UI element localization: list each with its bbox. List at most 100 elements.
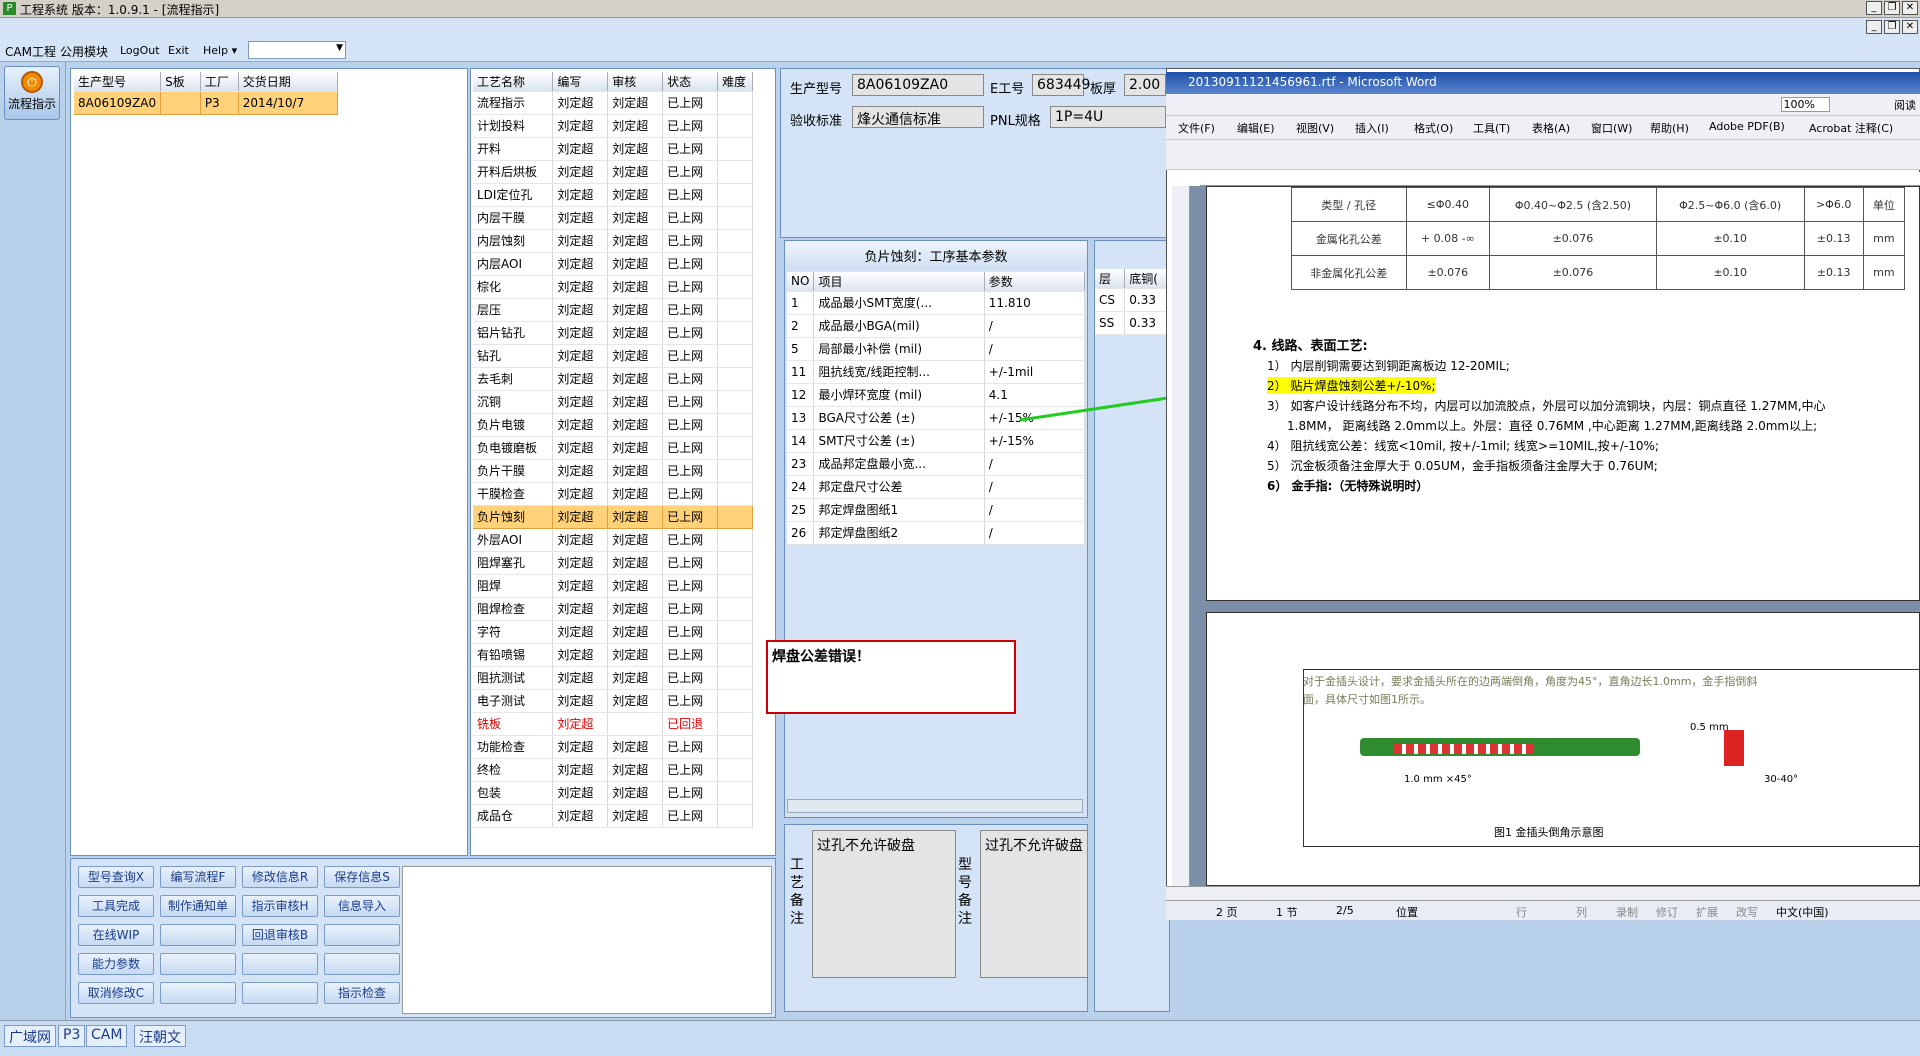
read-button[interactable]: 阅读 bbox=[1894, 97, 1916, 113]
menu-combo[interactable]: ▼ bbox=[248, 41, 346, 59]
table-row[interactable]: 2 成品最小BGA(mil) / bbox=[787, 314, 1086, 338]
table-row[interactable]: 棕化 刘定超 刘定超 已上网 bbox=[473, 275, 754, 299]
table-row[interactable]: 电子测试 刘定超 刘定超 已上网 bbox=[473, 689, 754, 713]
mdi-restore-button[interactable]: ❐ bbox=[1884, 20, 1900, 34]
table-row[interactable]: 内层蚀刻 刘定超 刘定超 已上网 bbox=[473, 229, 754, 253]
word-menu-item[interactable]: Adobe PDF(B) bbox=[1709, 120, 1785, 133]
column-header[interactable]: NO bbox=[787, 272, 815, 292]
table-row[interactable]: 外层AOI 刘定超 刘定超 已上网 bbox=[473, 528, 754, 552]
table-row[interactable]: 负片干膜 刘定超 刘定超 已上网 bbox=[473, 459, 754, 483]
action-button[interactable] bbox=[160, 924, 236, 946]
column-header[interactable]: 状态 bbox=[662, 72, 718, 92]
table-row[interactable]: 8A06109ZA0 P3 2014/10/7 bbox=[74, 91, 339, 115]
action-button[interactable]: 取消修改C bbox=[78, 982, 154, 1004]
table-row[interactable]: 终检 刘定超 刘定超 已上网 bbox=[473, 758, 754, 782]
table-row[interactable]: 23 成品邦定盘最小宽... / bbox=[787, 452, 1086, 476]
minimize-button[interactable]: _ bbox=[1866, 1, 1882, 15]
column-header[interactable]: 生产型号 bbox=[74, 72, 162, 92]
column-header[interactable]: 工厂 bbox=[200, 72, 239, 92]
column-header[interactable]: 难度 bbox=[717, 72, 754, 92]
action-button[interactable]: 制作通知单 bbox=[160, 895, 236, 917]
table-row[interactable]: 去毛刺 刘定超 刘定超 已上网 bbox=[473, 367, 754, 391]
mdi-close-button[interactable]: ✕ bbox=[1902, 20, 1918, 34]
action-button[interactable]: 回退审核B bbox=[242, 924, 318, 946]
table-row[interactable]: 钻孔 刘定超 刘定超 已上网 bbox=[473, 344, 754, 368]
mdi-minimize-button[interactable]: _ bbox=[1866, 20, 1882, 34]
model-remark-field[interactable]: 过孔不允许破盘 bbox=[980, 830, 1088, 978]
pnl-field[interactable]: 1P=4U bbox=[1050, 106, 1166, 128]
column-header[interactable]: 工艺名称 bbox=[473, 72, 554, 92]
table-row[interactable]: 沉铜 刘定超 刘定超 已上网 bbox=[473, 390, 754, 414]
action-button[interactable] bbox=[160, 982, 236, 1004]
action-button[interactable]: 保存信息S bbox=[324, 866, 400, 888]
table-row[interactable]: 5 局部最小补偿 (mil) / bbox=[787, 337, 1086, 361]
word-menu-item[interactable]: Acrobat 注释(C) bbox=[1809, 120, 1893, 136]
process-remark-field[interactable]: 过孔不允许破盘 bbox=[812, 830, 956, 978]
params-scrollbar[interactable] bbox=[787, 799, 1083, 813]
table-row[interactable]: 内层干膜 刘定超 刘定超 已上网 bbox=[473, 206, 754, 230]
taskbar-item[interactable]: 汪朝文 bbox=[134, 1025, 186, 1047]
taskbar-item[interactable]: CAM bbox=[86, 1025, 128, 1047]
column-header[interactable]: 底铜( bbox=[1124, 269, 1169, 289]
action-button[interactable]: 指示检查 bbox=[324, 982, 400, 1004]
table-row[interactable]: 字符 刘定超 刘定超 已上网 bbox=[473, 620, 754, 644]
action-button[interactable] bbox=[242, 953, 318, 975]
zoom-select[interactable]: 100% bbox=[1780, 97, 1830, 112]
taskbar-item[interactable]: 广域网 bbox=[4, 1025, 56, 1047]
column-header[interactable]: 层 bbox=[1095, 269, 1126, 289]
table-row[interactable]: CS 0.33 bbox=[1095, 288, 1169, 312]
taskbar-item[interactable]: P3 bbox=[58, 1025, 86, 1047]
thickness-field[interactable]: 2.00 bbox=[1124, 74, 1166, 96]
table-row[interactable]: 成品仓 刘定超 刘定超 已上网 bbox=[473, 804, 754, 828]
word-menu-item[interactable]: 窗口(W) bbox=[1591, 120, 1632, 136]
table-row[interactable]: 阻焊检查 刘定超 刘定超 已上网 bbox=[473, 597, 754, 621]
column-header[interactable]: 编写 bbox=[552, 72, 609, 92]
word-menu-item[interactable]: 表格(A) bbox=[1532, 120, 1570, 136]
table-row[interactable]: 流程指示 刘定超 刘定超 已上网 bbox=[473, 91, 754, 115]
action-button[interactable]: 型号查询X bbox=[78, 866, 154, 888]
word-menu-item[interactable]: 格式(O) bbox=[1414, 120, 1453, 136]
column-header[interactable]: S板 bbox=[160, 72, 201, 92]
table-row[interactable]: 负电镀磨板 刘定超 刘定超 已上网 bbox=[473, 436, 754, 460]
table-row[interactable]: 计划投料 刘定超 刘定超 已上网 bbox=[473, 114, 754, 138]
word-menu-item[interactable]: 文件(F) bbox=[1178, 120, 1215, 136]
menu-cam[interactable]: CAM工程 bbox=[5, 43, 56, 60]
table-row[interactable]: 铝片钻孔 刘定超 刘定超 已上网 bbox=[473, 321, 754, 345]
word-menu-item[interactable]: 工具(T) bbox=[1473, 120, 1510, 136]
action-button[interactable]: 能力参数 bbox=[78, 953, 154, 975]
menu-public[interactable]: 公用模块 bbox=[60, 43, 108, 60]
column-header[interactable]: 审核 bbox=[607, 72, 664, 92]
word-menu-item[interactable]: 帮助(H) bbox=[1650, 120, 1689, 136]
model-field[interactable]: 8A06109ZA0 bbox=[852, 74, 984, 96]
action-button[interactable] bbox=[242, 982, 318, 1004]
word-menu-item[interactable]: 编辑(E) bbox=[1237, 120, 1275, 136]
close-button[interactable]: ✕ bbox=[1902, 1, 1918, 15]
table-row[interactable]: 开料 刘定超 刘定超 已上网 bbox=[473, 137, 754, 161]
restore-button[interactable]: ❐ bbox=[1884, 1, 1900, 15]
column-header[interactable]: 交货日期 bbox=[238, 72, 339, 92]
action-button[interactable]: 在线WIP bbox=[78, 924, 154, 946]
action-button[interactable] bbox=[160, 953, 236, 975]
table-row[interactable]: 有铅喷锡 刘定超 刘定超 已上网 bbox=[473, 643, 754, 667]
table-row[interactable]: 包装 刘定超 刘定超 已上网 bbox=[473, 781, 754, 805]
menu-logout[interactable]: LogOut bbox=[120, 44, 160, 57]
table-row[interactable]: SS 0.33 bbox=[1095, 311, 1169, 335]
table-row[interactable]: LDI定位孔 刘定超 刘定超 已上网 bbox=[473, 183, 754, 207]
table-row[interactable]: 1 成品最小SMT宽度(... 11.810 bbox=[787, 291, 1086, 315]
table-row[interactable]: 内层AOI 刘定超 刘定超 已上网 bbox=[473, 252, 754, 276]
menu-help[interactable]: Help ▾ bbox=[203, 44, 237, 57]
column-header[interactable]: 项目 bbox=[813, 272, 985, 292]
table-row[interactable]: 层压 刘定超 刘定超 已上网 bbox=[473, 298, 754, 322]
flow-indicator-button[interactable]: ⏻ 流程指示 bbox=[4, 66, 60, 120]
action-button[interactable]: 信息导入 bbox=[324, 895, 400, 917]
action-button[interactable]: 指示审核H bbox=[242, 895, 318, 917]
table-row[interactable]: 干膜检查 刘定超 刘定超 已上网 bbox=[473, 482, 754, 506]
action-button[interactable]: 工具完成 bbox=[78, 895, 154, 917]
table-row[interactable]: 铣板 刘定超 已回退 bbox=[473, 712, 754, 736]
table-row[interactable]: 负片电镀 刘定超 刘定超 已上网 bbox=[473, 413, 754, 437]
table-row[interactable]: 阻焊塞孔 刘定超 刘定超 已上网 bbox=[473, 551, 754, 575]
word-menu-item[interactable]: 插入(I) bbox=[1355, 120, 1389, 136]
column-header[interactable]: 参数 bbox=[984, 272, 1086, 292]
action-button[interactable] bbox=[324, 953, 400, 975]
menu-exit[interactable]: Exit bbox=[168, 44, 189, 57]
